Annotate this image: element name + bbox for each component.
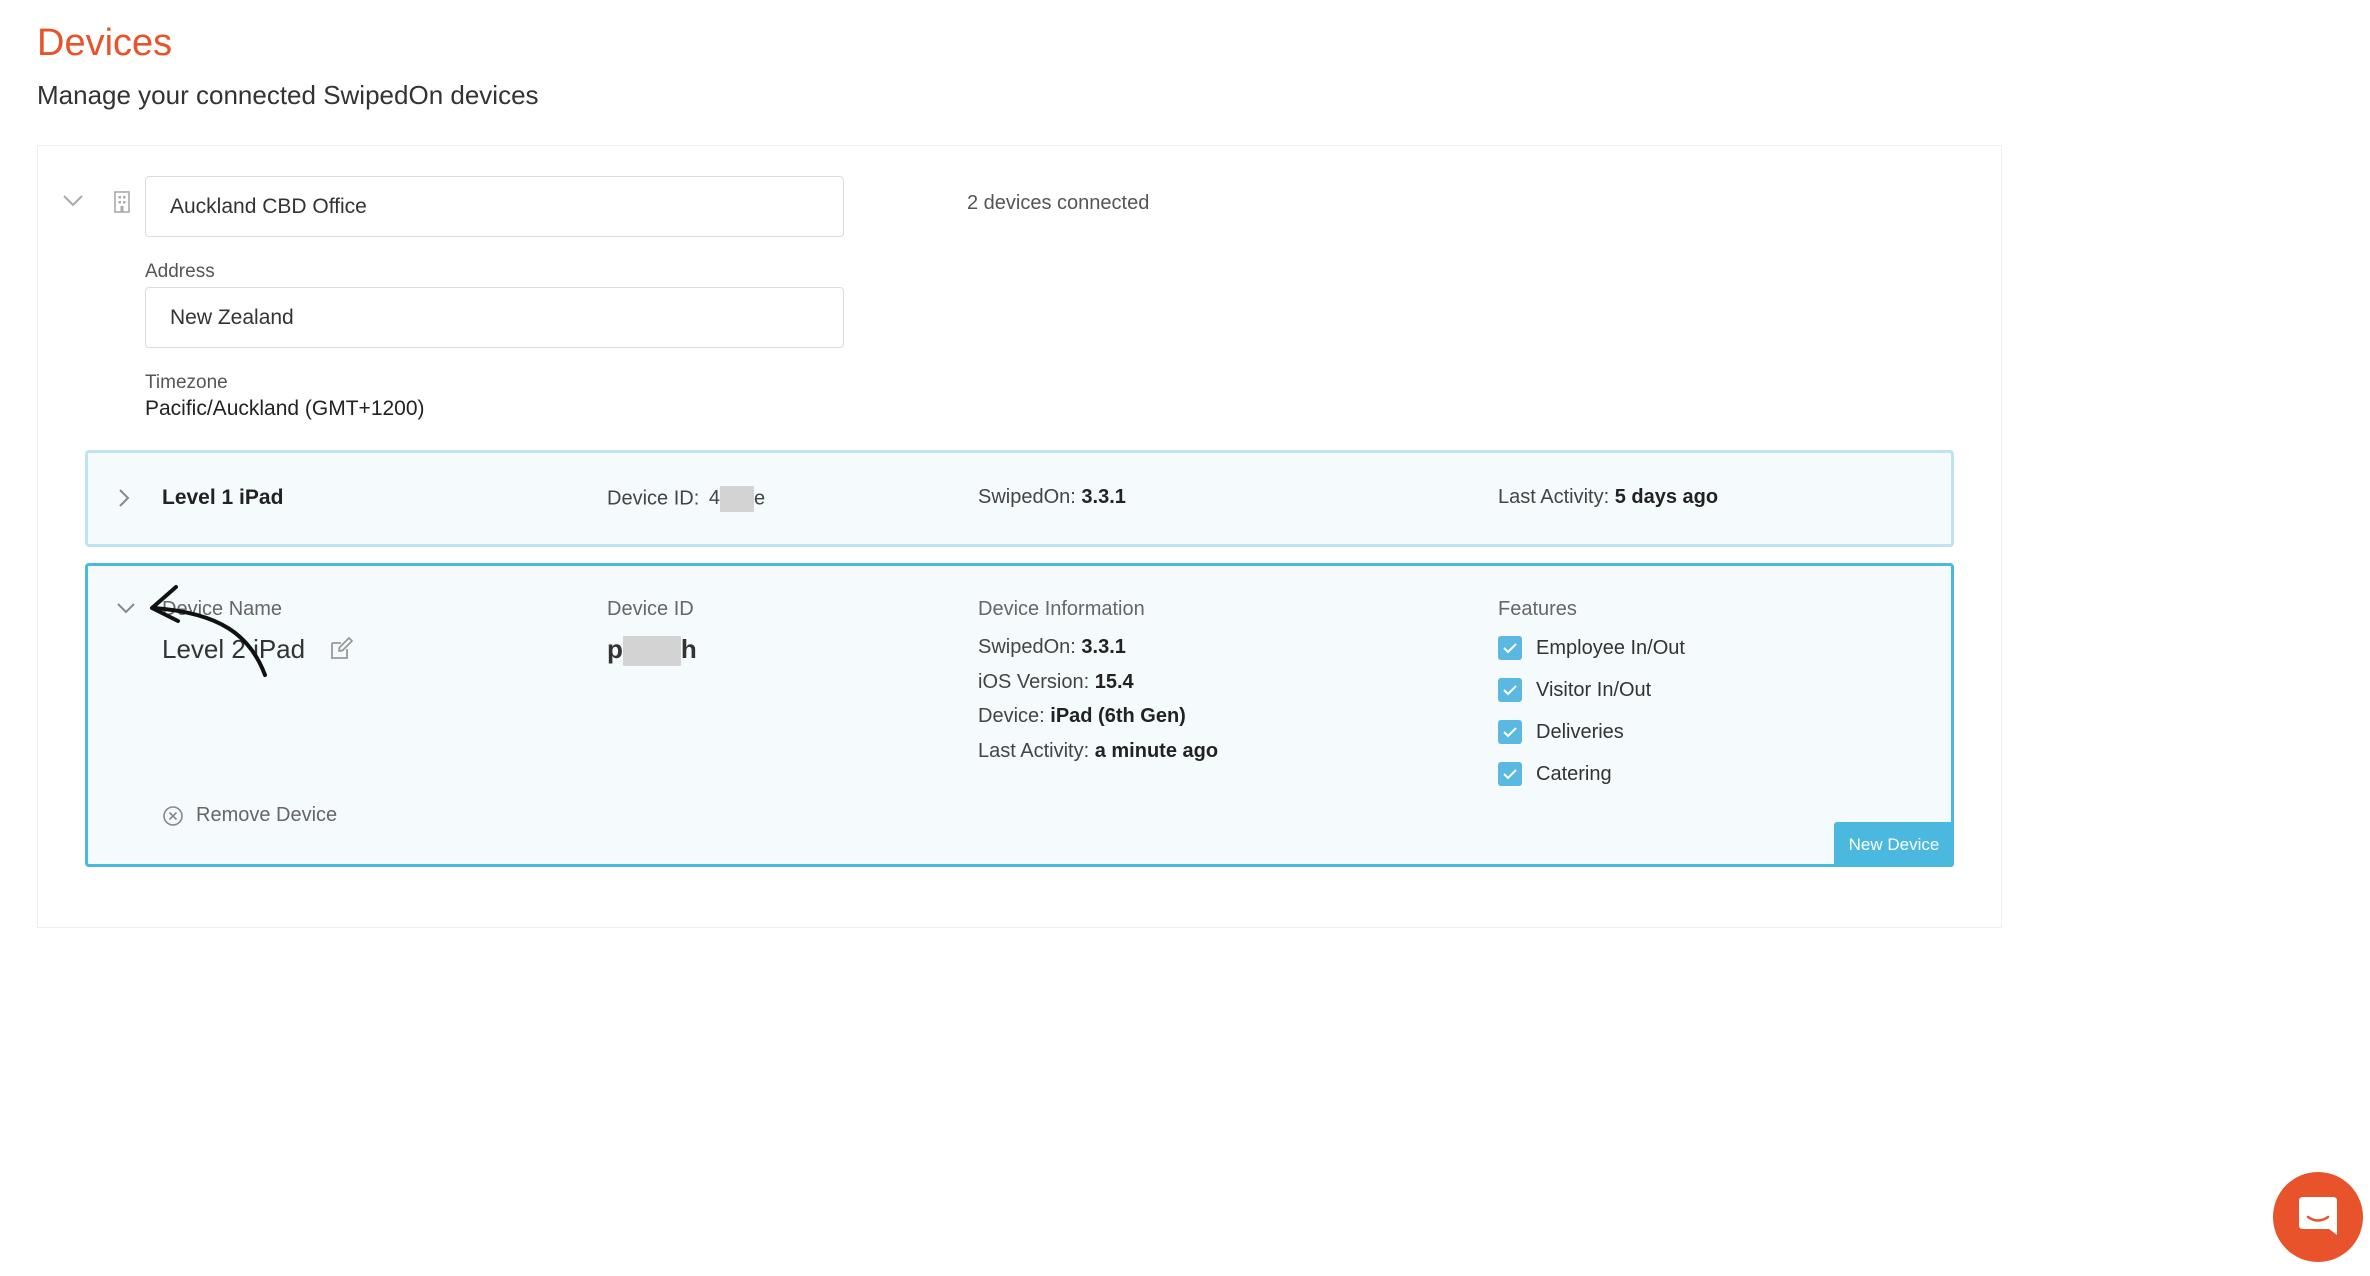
info-device: Device: iPad (6th Gen) <box>978 705 1186 728</box>
device-id-start: 4 <box>708 487 720 510</box>
check-icon <box>1503 643 1517 654</box>
chevron-down-icon[interactable] <box>114 600 138 618</box>
annotation-arrow-icon <box>150 585 267 677</box>
chat-launcher-button[interactable] <box>2273 1172 2363 1262</box>
feature-label: Deliveries <box>1536 721 1624 743</box>
chevron-down-icon[interactable] <box>60 190 86 210</box>
swipedon-label: SwipedOn: <box>978 486 1076 508</box>
device-id-value: ph <box>607 634 697 667</box>
info-swipedon: SwipedOn: 3.3.1 <box>978 636 1126 659</box>
devices-connected-count: 2 devices connected <box>967 192 1150 214</box>
last-activity-summary: Last Activity: 5 days ago <box>1498 486 1718 509</box>
features-label: Features <box>1498 598 1577 620</box>
checkbox[interactable] <box>1498 720 1522 744</box>
feature-label: Employee In/Out <box>1536 637 1685 659</box>
check-icon <box>1503 727 1517 738</box>
device-info-label: Device Information <box>978 598 1145 620</box>
chevron-right-icon[interactable] <box>116 487 132 509</box>
timezone-label: Timezone <box>145 372 228 393</box>
last-activity-value: 5 days ago <box>1614 486 1719 508</box>
edit-icon[interactable] <box>328 636 354 662</box>
page-subtitle: Manage your connected SwipedOn devices <box>37 80 539 110</box>
redacted-block <box>719 486 754 512</box>
location-name-input[interactable] <box>145 176 844 237</box>
feature-label: Visitor In/Out <box>1536 679 1652 701</box>
info-last-activity: Last Activity: a minute ago <box>978 740 1218 763</box>
device-id-label: Device ID: <box>607 487 700 510</box>
info-device-value: iPad (6th Gen) <box>1050 705 1186 727</box>
info-ios-label: iOS Version: <box>978 671 1090 693</box>
checkbox[interactable] <box>1498 762 1522 786</box>
checkbox[interactable] <box>1498 678 1522 702</box>
device-id-start: p <box>607 634 623 664</box>
checkbox[interactable] <box>1498 636 1522 660</box>
info-last-activity-value: a minute ago <box>1094 740 1219 762</box>
building-icon <box>114 191 130 213</box>
swipedon-version: 3.3.1 <box>1081 486 1126 508</box>
info-last-activity-label: Last Activity: <box>978 740 1090 762</box>
device-id-end: e <box>753 487 766 510</box>
info-device-label: Device: <box>978 705 1045 727</box>
swipedon-summary: SwipedOn: 3.3.1 <box>978 486 1126 509</box>
device-id-label: Device ID <box>607 598 694 620</box>
info-ios: iOS Version: 15.4 <box>978 671 1134 694</box>
remove-circle-icon <box>163 806 183 826</box>
info-swipedon-label: SwipedOn: <box>978 636 1076 658</box>
timezone-value: Pacific/Auckland (GMT+1200) <box>145 397 425 420</box>
new-device-badge: New Device <box>1834 822 1954 867</box>
redacted-block <box>622 636 681 667</box>
address-label: Address <box>145 261 215 282</box>
info-ios-value: 15.4 <box>1094 671 1134 693</box>
page-title: Devices <box>37 22 173 64</box>
device-id-summary: Device ID: 4 e <box>607 486 765 512</box>
last-activity-label: Last Activity: <box>1498 486 1610 508</box>
check-icon <box>1503 685 1517 696</box>
check-icon <box>1503 769 1517 780</box>
feature-label: Catering <box>1536 763 1612 785</box>
chat-icon <box>2299 1197 2337 1235</box>
device-id-end: h <box>680 634 697 664</box>
address-input[interactable] <box>145 287 844 348</box>
device-name: Level 1 iPad <box>162 486 284 509</box>
info-swipedon-value: 3.3.1 <box>1081 636 1126 658</box>
remove-device-label: Remove Device <box>196 804 338 826</box>
